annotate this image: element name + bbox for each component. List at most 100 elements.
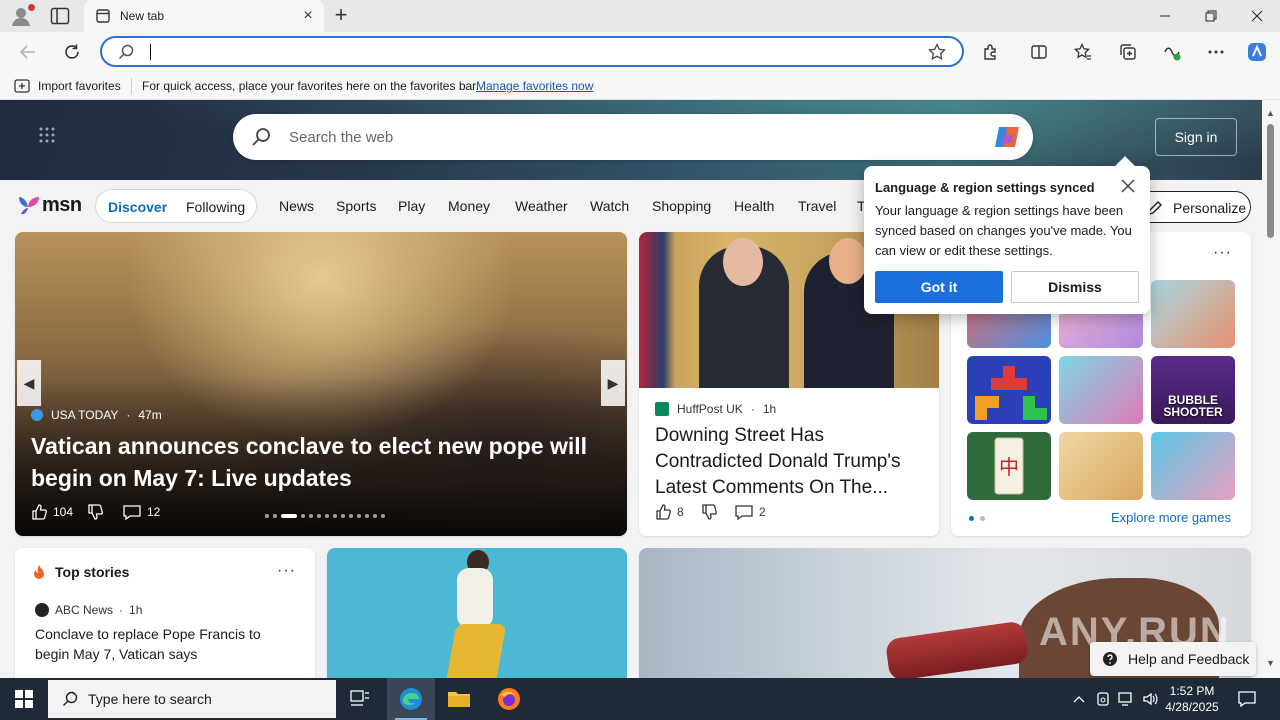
- volume-icon[interactable]: [1141, 690, 1159, 708]
- taskbar-firefox-app[interactable]: [485, 678, 533, 720]
- scrollbar-thumb[interactable]: [1267, 124, 1274, 238]
- address-input[interactable]: [148, 43, 908, 61]
- category-travel[interactable]: Travel: [798, 198, 836, 214]
- carousel-dot[interactable]: [265, 514, 269, 518]
- task-view-button[interactable]: [336, 678, 384, 720]
- device-icon[interactable]: [1094, 690, 1112, 708]
- news-like-count: 8: [677, 505, 684, 519]
- game-tile-screws[interactable]: [1059, 432, 1143, 500]
- browser-essentials-icon[interactable]: [1161, 41, 1183, 63]
- refresh-icon[interactable]: [60, 40, 84, 64]
- game-tile[interactable]: [1151, 432, 1235, 500]
- restore-icon[interactable]: [1188, 0, 1234, 32]
- got-it-button[interactable]: Got it: [875, 271, 1003, 303]
- app-launcher-icon[interactable]: [38, 126, 56, 144]
- page-scrollbar[interactable]: ▲ ▼: [1262, 100, 1280, 678]
- carousel-dot[interactable]: [365, 514, 369, 518]
- carousel-dot[interactable]: [301, 514, 305, 518]
- notification-center-icon[interactable]: [1238, 690, 1256, 708]
- extensions-icon[interactable]: [980, 41, 1002, 63]
- explore-more-games-link[interactable]: Explore more games: [1111, 510, 1231, 525]
- tab-new-tab[interactable]: New tab ×: [84, 0, 324, 32]
- carousel-next-icon[interactable]: ▶: [601, 360, 625, 406]
- taskbar-search-box[interactable]: Type here to search: [48, 680, 336, 718]
- news-like-button[interactable]: 8: [655, 504, 684, 520]
- carousel-dot[interactable]: [317, 514, 321, 518]
- collections-icon[interactable]: [1117, 41, 1139, 63]
- games-page-dot-active[interactable]: [969, 516, 974, 521]
- hero-story-card[interactable]: ◀ ▶ USA TODAY · 47m Vatican announces co…: [15, 232, 627, 536]
- network-icon[interactable]: [1117, 690, 1135, 708]
- copilot-icon[interactable]: [1246, 41, 1268, 63]
- carousel-dot-active[interactable]: [281, 514, 297, 518]
- help-and-feedback-button[interactable]: Help and Feedback: [1090, 642, 1256, 676]
- carousel-dot[interactable]: [357, 514, 361, 518]
- favorite-star-icon[interactable]: [928, 43, 946, 61]
- back-icon[interactable]: [16, 40, 40, 64]
- carousel-dot[interactable]: [341, 514, 345, 518]
- sign-in-button[interactable]: Sign in: [1155, 118, 1237, 156]
- category-money[interactable]: Money: [448, 198, 490, 214]
- category-watch[interactable]: Watch: [590, 198, 629, 214]
- settings-gear-icon[interactable]: [1116, 126, 1138, 148]
- web-search-box[interactable]: Search the web: [233, 114, 1033, 160]
- top-story-headline[interactable]: Conclave to replace Pope Francis to begi…: [35, 624, 295, 664]
- game-tile-mahjong[interactable]: 中: [967, 432, 1051, 500]
- close-tab-icon[interactable]: ×: [300, 8, 316, 24]
- carousel-prev-icon[interactable]: ◀: [17, 360, 41, 406]
- close-window-icon[interactable]: [1234, 0, 1280, 32]
- tab-actions-icon[interactable]: [50, 7, 70, 25]
- carousel-dot[interactable]: [309, 514, 313, 518]
- taskbar-clock[interactable]: 1:52 PM 4/28/2025: [1162, 683, 1222, 715]
- category-news[interactable]: News: [279, 198, 314, 214]
- show-hidden-icons-chevron-icon[interactable]: [1070, 690, 1088, 708]
- close-icon[interactable]: [1120, 178, 1136, 194]
- import-favorites-button[interactable]: Import favorites: [38, 79, 121, 93]
- carousel-dot[interactable]: [273, 514, 277, 518]
- taskbar-file-explorer-app[interactable]: [435, 678, 483, 720]
- taskbar-edge-app[interactable]: [387, 678, 435, 720]
- tab-following[interactable]: Following: [186, 199, 245, 215]
- hero-comment-button[interactable]: 12: [123, 504, 160, 520]
- game-tile-blocks[interactable]: [967, 356, 1051, 424]
- category-weather[interactable]: Weather: [515, 198, 568, 214]
- personalize-button[interactable]: Personalize: [1134, 191, 1251, 223]
- tab-discover[interactable]: Discover: [108, 199, 167, 215]
- hero-like-button[interactable]: 104: [31, 504, 73, 520]
- games-more-options-icon[interactable]: ···: [1213, 244, 1232, 262]
- address-bar[interactable]: [100, 36, 964, 67]
- top-stories-more-icon[interactable]: ···: [277, 562, 296, 580]
- game-tile[interactable]: [1151, 280, 1235, 348]
- carousel-dot[interactable]: [373, 514, 377, 518]
- news-dislike-button[interactable]: [701, 504, 717, 520]
- category-sports[interactable]: Sports: [336, 198, 376, 214]
- image-story-card[interactable]: [327, 548, 627, 678]
- category-health[interactable]: Health: [734, 198, 774, 214]
- scroll-down-icon[interactable]: ▼: [1266, 658, 1275, 668]
- hero-headline[interactable]: Vatican announces conclave to elect new …: [31, 430, 611, 494]
- msn-logo[interactable]: msn: [16, 192, 82, 218]
- manage-favorites-link[interactable]: Manage favorites now: [476, 79, 593, 93]
- start-button[interactable]: [0, 678, 48, 720]
- game-tile-bubble-shooter[interactable]: BUBBLE SHOOTER: [1151, 356, 1235, 424]
- game-tile-makeup[interactable]: [1059, 356, 1143, 424]
- copilot-icon[interactable]: [993, 123, 1023, 151]
- category-play[interactable]: Play: [398, 198, 425, 214]
- carousel-dot[interactable]: [333, 514, 337, 518]
- category-shopping[interactable]: Shopping: [652, 198, 711, 214]
- games-page-dot[interactable]: [980, 516, 985, 521]
- split-screen-icon[interactable]: [1028, 41, 1050, 63]
- new-tab-plus-icon[interactable]: +: [330, 4, 352, 27]
- favorites-icon[interactable]: [1072, 41, 1094, 63]
- dismiss-button[interactable]: Dismiss: [1011, 271, 1139, 303]
- carousel-dot[interactable]: [349, 514, 353, 518]
- more-options-icon[interactable]: [1205, 41, 1227, 63]
- news-comment-button[interactable]: 2: [735, 504, 766, 520]
- import-favorites-icon: [14, 79, 30, 93]
- scroll-up-icon[interactable]: ▲: [1266, 108, 1275, 118]
- hero-dislike-button[interactable]: [87, 504, 103, 520]
- carousel-dot[interactable]: [381, 514, 385, 518]
- carousel-dot[interactable]: [325, 514, 329, 518]
- news-headline[interactable]: Downing Street Has Contradicted Donald T…: [655, 423, 927, 501]
- minimize-icon[interactable]: [1142, 0, 1188, 32]
